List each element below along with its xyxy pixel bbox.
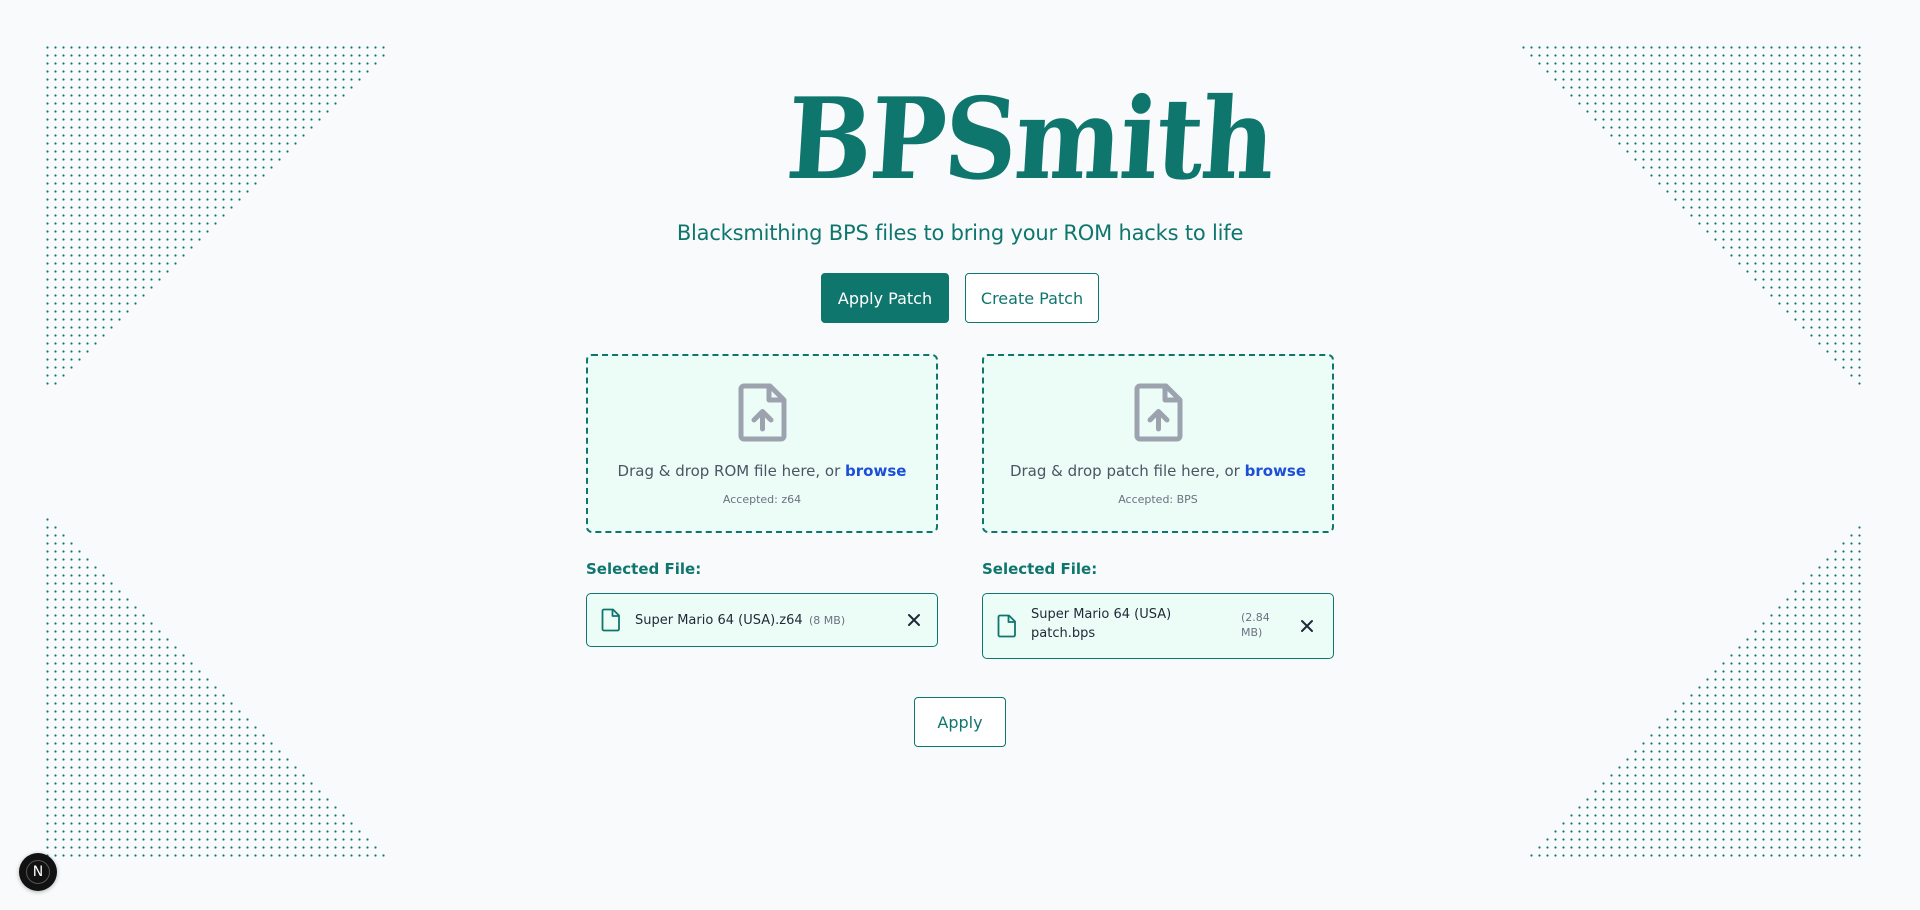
rom-accepted-types: Accepted: z64 <box>722 493 802 506</box>
file-icon <box>601 608 620 632</box>
file-upload-icon <box>1134 383 1183 442</box>
remove-rom-file-button[interactable] <box>904 610 924 630</box>
rom-file-size: (8 MB) <box>809 614 846 627</box>
patch-dropzone[interactable]: Drag & drop patch file here, or browse A… <box>982 354 1334 533</box>
dot-pattern-svg <box>46 518 385 857</box>
dot-pattern-top-right <box>1522 46 1866 390</box>
patch-selected-file-card: Super Mario 64 (USA) patch.bps (2.84 MB) <box>982 593 1334 659</box>
patch-dropzone-text: Drag & drop patch file here, or browse <box>984 462 1332 480</box>
apply-button[interactable]: Apply <box>914 697 1006 747</box>
patch-browse-link[interactable]: browse <box>1245 462 1306 480</box>
create-patch-tab-button[interactable]: Create Patch <box>965 273 1099 323</box>
rom-dropzone-instruction: Drag & drop ROM file here, or <box>617 462 846 480</box>
rom-selected-file-card: Super Mario 64 (USA).z64 (8 MB) <box>586 593 938 647</box>
app-logo: BPSmith <box>760 70 1277 210</box>
apply-patch-tab-button[interactable]: Apply Patch <box>821 273 949 323</box>
dot-pattern-svg <box>46 46 385 385</box>
tagline: Blacksmithing BPS files to bring your RO… <box>676 221 1244 245</box>
rom-selected-label: Selected File: <box>586 560 702 578</box>
file-upload-icon <box>738 383 787 442</box>
logo-text: BPSmith <box>782 74 1278 205</box>
dot-pattern-bottom-right <box>1522 518 1866 862</box>
patch-file-name: Super Mario 64 (USA) patch.bps <box>1031 607 1172 641</box>
dot-pattern-bottom-left <box>46 518 390 862</box>
patch-file-size: (2.84 MB) <box>1241 611 1270 639</box>
patch-accepted-types: Accepted: BPS <box>1118 493 1198 506</box>
rom-browse-link[interactable]: browse <box>845 462 906 480</box>
rom-dropzone[interactable]: Drag & drop ROM file here, or browse Acc… <box>586 354 938 533</box>
dev-badge-letter: N <box>26 860 50 884</box>
rom-dropzone-text: Drag & drop ROM file here, or browse <box>588 462 936 480</box>
dev-tools-badge[interactable]: N <box>19 853 57 891</box>
patch-dropzone-instruction: Drag & drop patch file here, or <box>1009 462 1245 480</box>
remove-patch-file-button[interactable] <box>1297 616 1317 636</box>
file-icon <box>997 614 1016 638</box>
rom-file-name: Super Mario 64 (USA).z64 <box>635 613 803 628</box>
dot-pattern-svg <box>1530 526 1861 857</box>
dot-pattern-svg <box>1522 46 1861 385</box>
dot-pattern-top-left <box>46 46 390 390</box>
patch-selected-label: Selected File: <box>982 560 1098 578</box>
